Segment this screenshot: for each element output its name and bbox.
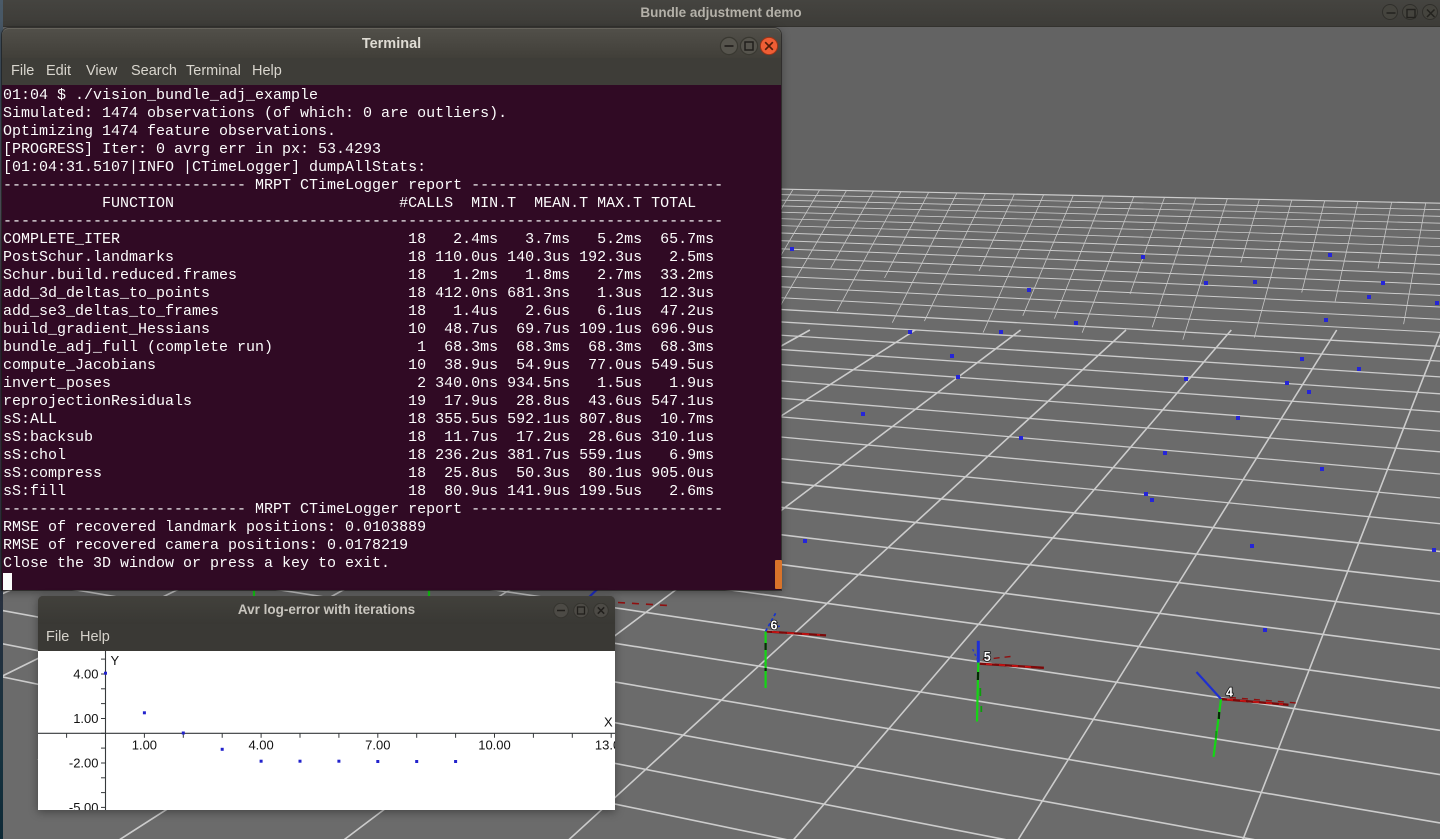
svg-text:Y: Y	[111, 653, 120, 668]
svg-text:-5.00: -5.00	[69, 800, 99, 810]
svg-text:5: 5	[984, 650, 991, 664]
svg-text:-2.00: -2.00	[69, 756, 99, 771]
svg-text:6: 6	[771, 619, 778, 633]
svg-text:1.00: 1.00	[132, 737, 157, 752]
svg-text:4.00: 4.00	[248, 737, 273, 752]
svg-text:X: X	[604, 714, 613, 729]
svg-text:10.00: 10.00	[478, 737, 511, 752]
svg-text:4: 4	[1226, 686, 1233, 700]
svg-text:1.00: 1.00	[73, 711, 98, 726]
svg-text:13.00: 13.00	[595, 737, 615, 752]
svg-text:7.00: 7.00	[365, 737, 390, 752]
svg-text:4.00: 4.00	[73, 667, 98, 682]
